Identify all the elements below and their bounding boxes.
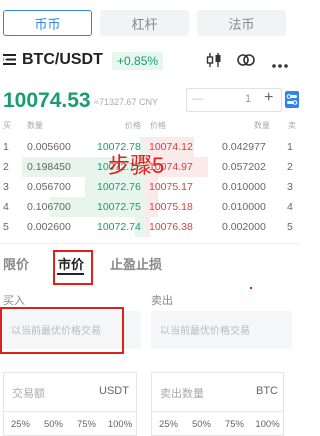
more-icon[interactable] xyxy=(271,56,289,74)
sell-amount-unit: BTC xyxy=(256,385,278,397)
ob-header-ask-qty: 数量 xyxy=(254,121,270,130)
ob-header-buy: 买 xyxy=(3,121,11,130)
candle-chart-icon[interactable] xyxy=(206,52,222,73)
menu-icon[interactable] xyxy=(2,53,16,71)
sell-percent-bar: 25% 50% 75% 100% xyxy=(151,412,284,436)
buy-percent-50[interactable]: 50% xyxy=(37,419,70,430)
buy-label: 买入 xyxy=(3,295,25,307)
change-badge: +0.85% xyxy=(112,52,164,70)
ob-header-sell: 卖 xyxy=(288,121,296,130)
buy-amount-field[interactable]: 交易额 USDT xyxy=(3,372,137,412)
sell-amount-field[interactable]: 卖出数量 BTC xyxy=(151,372,284,412)
orderbook-row[interactable]: 4 0.106700 10072.75 10075.18 0.010000 4 xyxy=(0,197,300,217)
buy-percent-bar: 25% 50% 75% 100% xyxy=(3,412,137,436)
highlight-box xyxy=(0,307,124,354)
sell-percent-75[interactable]: 75% xyxy=(218,419,251,430)
ob-header-bid-price: 价格 xyxy=(125,121,141,130)
tab-spot[interactable]: 币币 xyxy=(3,10,92,36)
highlight-box xyxy=(53,250,93,285)
last-price: 10074.53 xyxy=(3,89,91,112)
pair-title[interactable]: BTC/USDT xyxy=(22,51,103,69)
ob-header-qty: 数量 xyxy=(27,121,43,130)
buy-percent-25[interactable]: 25% xyxy=(4,419,37,430)
plus-button[interactable]: + xyxy=(264,89,273,107)
tab-stop[interactable]: 止盈止损 xyxy=(110,254,162,273)
buy-percent-100[interactable]: 100% xyxy=(103,419,137,430)
orderbook-row[interactable]: 3 0.056700 10072.76 10075.17 0.010000 3 xyxy=(0,177,300,197)
ob-header-ask-price: 价格 xyxy=(150,121,166,130)
step-annotation: 步骤5 xyxy=(108,153,165,178)
quantity-stepper[interactable]: — 1 + xyxy=(186,88,282,112)
toggle-icon[interactable] xyxy=(285,91,299,108)
tab-fiat[interactable]: 法币 xyxy=(197,10,286,36)
orderbook-row[interactable]: 5 0.002600 10072.74 10076.38 0.002000 5 xyxy=(0,217,300,237)
stepper-value: 1 xyxy=(245,93,252,105)
sell-amount-label: 卖出数量 xyxy=(160,388,204,400)
sell-percent-100[interactable]: 100% xyxy=(251,419,284,430)
tab-limit[interactable]: 限价 xyxy=(3,254,29,273)
buy-amount-label: 交易额 xyxy=(12,388,45,400)
sell-price-input[interactable]: 以当前最优价格交易 xyxy=(151,311,292,349)
minus-button[interactable]: — xyxy=(192,93,203,105)
cny-price: ≈71327.67 CNY xyxy=(94,97,158,107)
infinity-icon[interactable] xyxy=(236,52,256,73)
buy-amount-unit: USDT xyxy=(99,385,129,397)
sell-percent-50[interactable]: 50% xyxy=(185,419,218,430)
sell-label: 卖出 xyxy=(151,295,173,307)
buy-percent-75[interactable]: 75% xyxy=(70,419,103,430)
sell-percent-25[interactable]: 25% xyxy=(152,419,185,430)
tab-margin[interactable]: 杠杆 xyxy=(100,10,189,36)
